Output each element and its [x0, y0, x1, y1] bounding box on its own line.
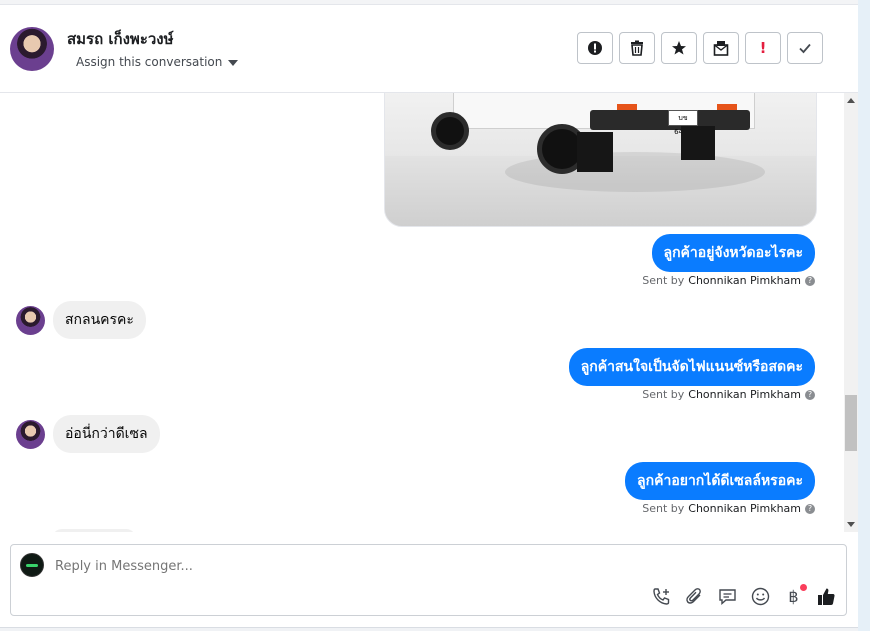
help-icon[interactable]: ? — [805, 389, 815, 400]
window-edge — [858, 0, 870, 631]
page-avatar — [20, 553, 44, 577]
sent-by-label: Sent by — [642, 388, 685, 401]
partial-incoming-message — [52, 529, 136, 532]
sender-name[interactable]: Chonnikan Pimkham — [688, 388, 801, 401]
photo-license-plate: บข 6415 — [668, 110, 698, 136]
incoming-message-row: สกลนครคะ — [16, 301, 146, 339]
thread-scrollbar[interactable] — [844, 93, 858, 532]
composer-tools: ฿ — [652, 584, 836, 606]
mark-unread-button[interactable] — [703, 32, 739, 64]
trash-icon — [631, 40, 643, 56]
conversation-panel: สมรถ เก็งพะวงษ์ Assign this conversation… — [0, 0, 858, 628]
incoming-message[interactable]: สกลนครคะ — [53, 301, 146, 339]
outgoing-message[interactable]: ลูกค้าอยู่จังหวัดอะไรคะ — [651, 234, 815, 272]
assign-label: Assign this conversation — [76, 55, 223, 69]
mark-done-button[interactable] — [787, 32, 823, 64]
contact-avatar-small[interactable] — [16, 419, 45, 449]
sent-by-line: Sent by Chonnikan Pimkham ? — [642, 274, 815, 287]
conversation-header: สมรถ เก็งพะวงษ์ Assign this conversation… — [0, 5, 858, 93]
contact-avatar[interactable] — [10, 27, 54, 71]
emoji-button[interactable] — [751, 587, 770, 606]
outgoing-message[interactable]: ลูกค้าสนใจเป็นจัดไฟแนนซ์หรือสดคะ — [568, 348, 815, 386]
photo-wheel — [431, 112, 469, 150]
contact-avatar-small[interactable] — [16, 305, 45, 335]
attachment-icon — [686, 588, 701, 604]
scrollbar-thumb[interactable] — [845, 395, 857, 451]
call-add-icon — [653, 588, 670, 605]
important-icon: ! — [759, 39, 767, 57]
saved-replies-icon — [719, 589, 736, 606]
incoming-message[interactable]: อ่อนี่กว่าดีเซล — [53, 415, 160, 453]
sent-by-line: Sent by Chonnikan Pimkham ? — [642, 388, 815, 401]
like-button[interactable] — [817, 587, 836, 606]
call-button[interactable] — [652, 587, 671, 606]
delete-button[interactable] — [619, 32, 655, 64]
photo-mud-flap — [681, 126, 715, 160]
baht-payment-icon: ฿ — [788, 587, 799, 606]
message-thread[interactable]: บข 6415 ลูกค้าอยู่จังหวัดอะไรคะ Sent by … — [0, 93, 844, 532]
reply-composer: ฿ — [10, 544, 847, 616]
header-actions: ! — [577, 32, 823, 64]
mark-spam-button[interactable] — [577, 32, 613, 64]
mark-unread-icon — [713, 41, 729, 56]
emoji-icon — [751, 587, 770, 606]
scroll-down-arrow-icon[interactable] — [847, 522, 855, 527]
notification-dot — [800, 584, 807, 591]
attach-button[interactable] — [685, 587, 704, 606]
saved-replies-button[interactable] — [718, 587, 737, 606]
incoming-message-row: อ่อนี่กว่าดีเซล — [16, 415, 160, 453]
reply-input[interactable] — [55, 559, 555, 574]
check-icon — [799, 43, 811, 54]
outgoing-message[interactable]: ลูกค้าอยากได้ดีเซลล์หรอคะ — [625, 462, 815, 500]
mark-important-button[interactable]: ! — [745, 32, 781, 64]
photo-mud-flap — [577, 132, 613, 172]
alert-circle-icon — [588, 41, 602, 55]
assign-conversation-dropdown[interactable]: Assign this conversation — [76, 55, 239, 69]
sent-by-line: Sent by Chonnikan Pimkham ? — [642, 502, 815, 515]
help-icon[interactable]: ? — [805, 503, 815, 514]
sender-name[interactable]: Chonnikan Pimkham — [688, 502, 801, 515]
like-icon — [818, 588, 835, 605]
payment-button[interactable]: ฿ — [784, 584, 807, 606]
star-button[interactable] — [661, 32, 697, 64]
scroll-up-arrow-icon[interactable] — [847, 98, 855, 103]
contact-name[interactable]: สมรถ เก็งพะวงษ์ — [67, 27, 174, 51]
sent-by-label: Sent by — [642, 502, 685, 515]
truck-photo[interactable]: บข 6415 — [384, 93, 817, 227]
sender-name[interactable]: Chonnikan Pimkham — [688, 274, 801, 287]
caret-down-icon — [228, 59, 239, 66]
sent-by-label: Sent by — [642, 274, 685, 287]
help-icon[interactable]: ? — [805, 275, 815, 286]
star-icon — [672, 41, 686, 55]
